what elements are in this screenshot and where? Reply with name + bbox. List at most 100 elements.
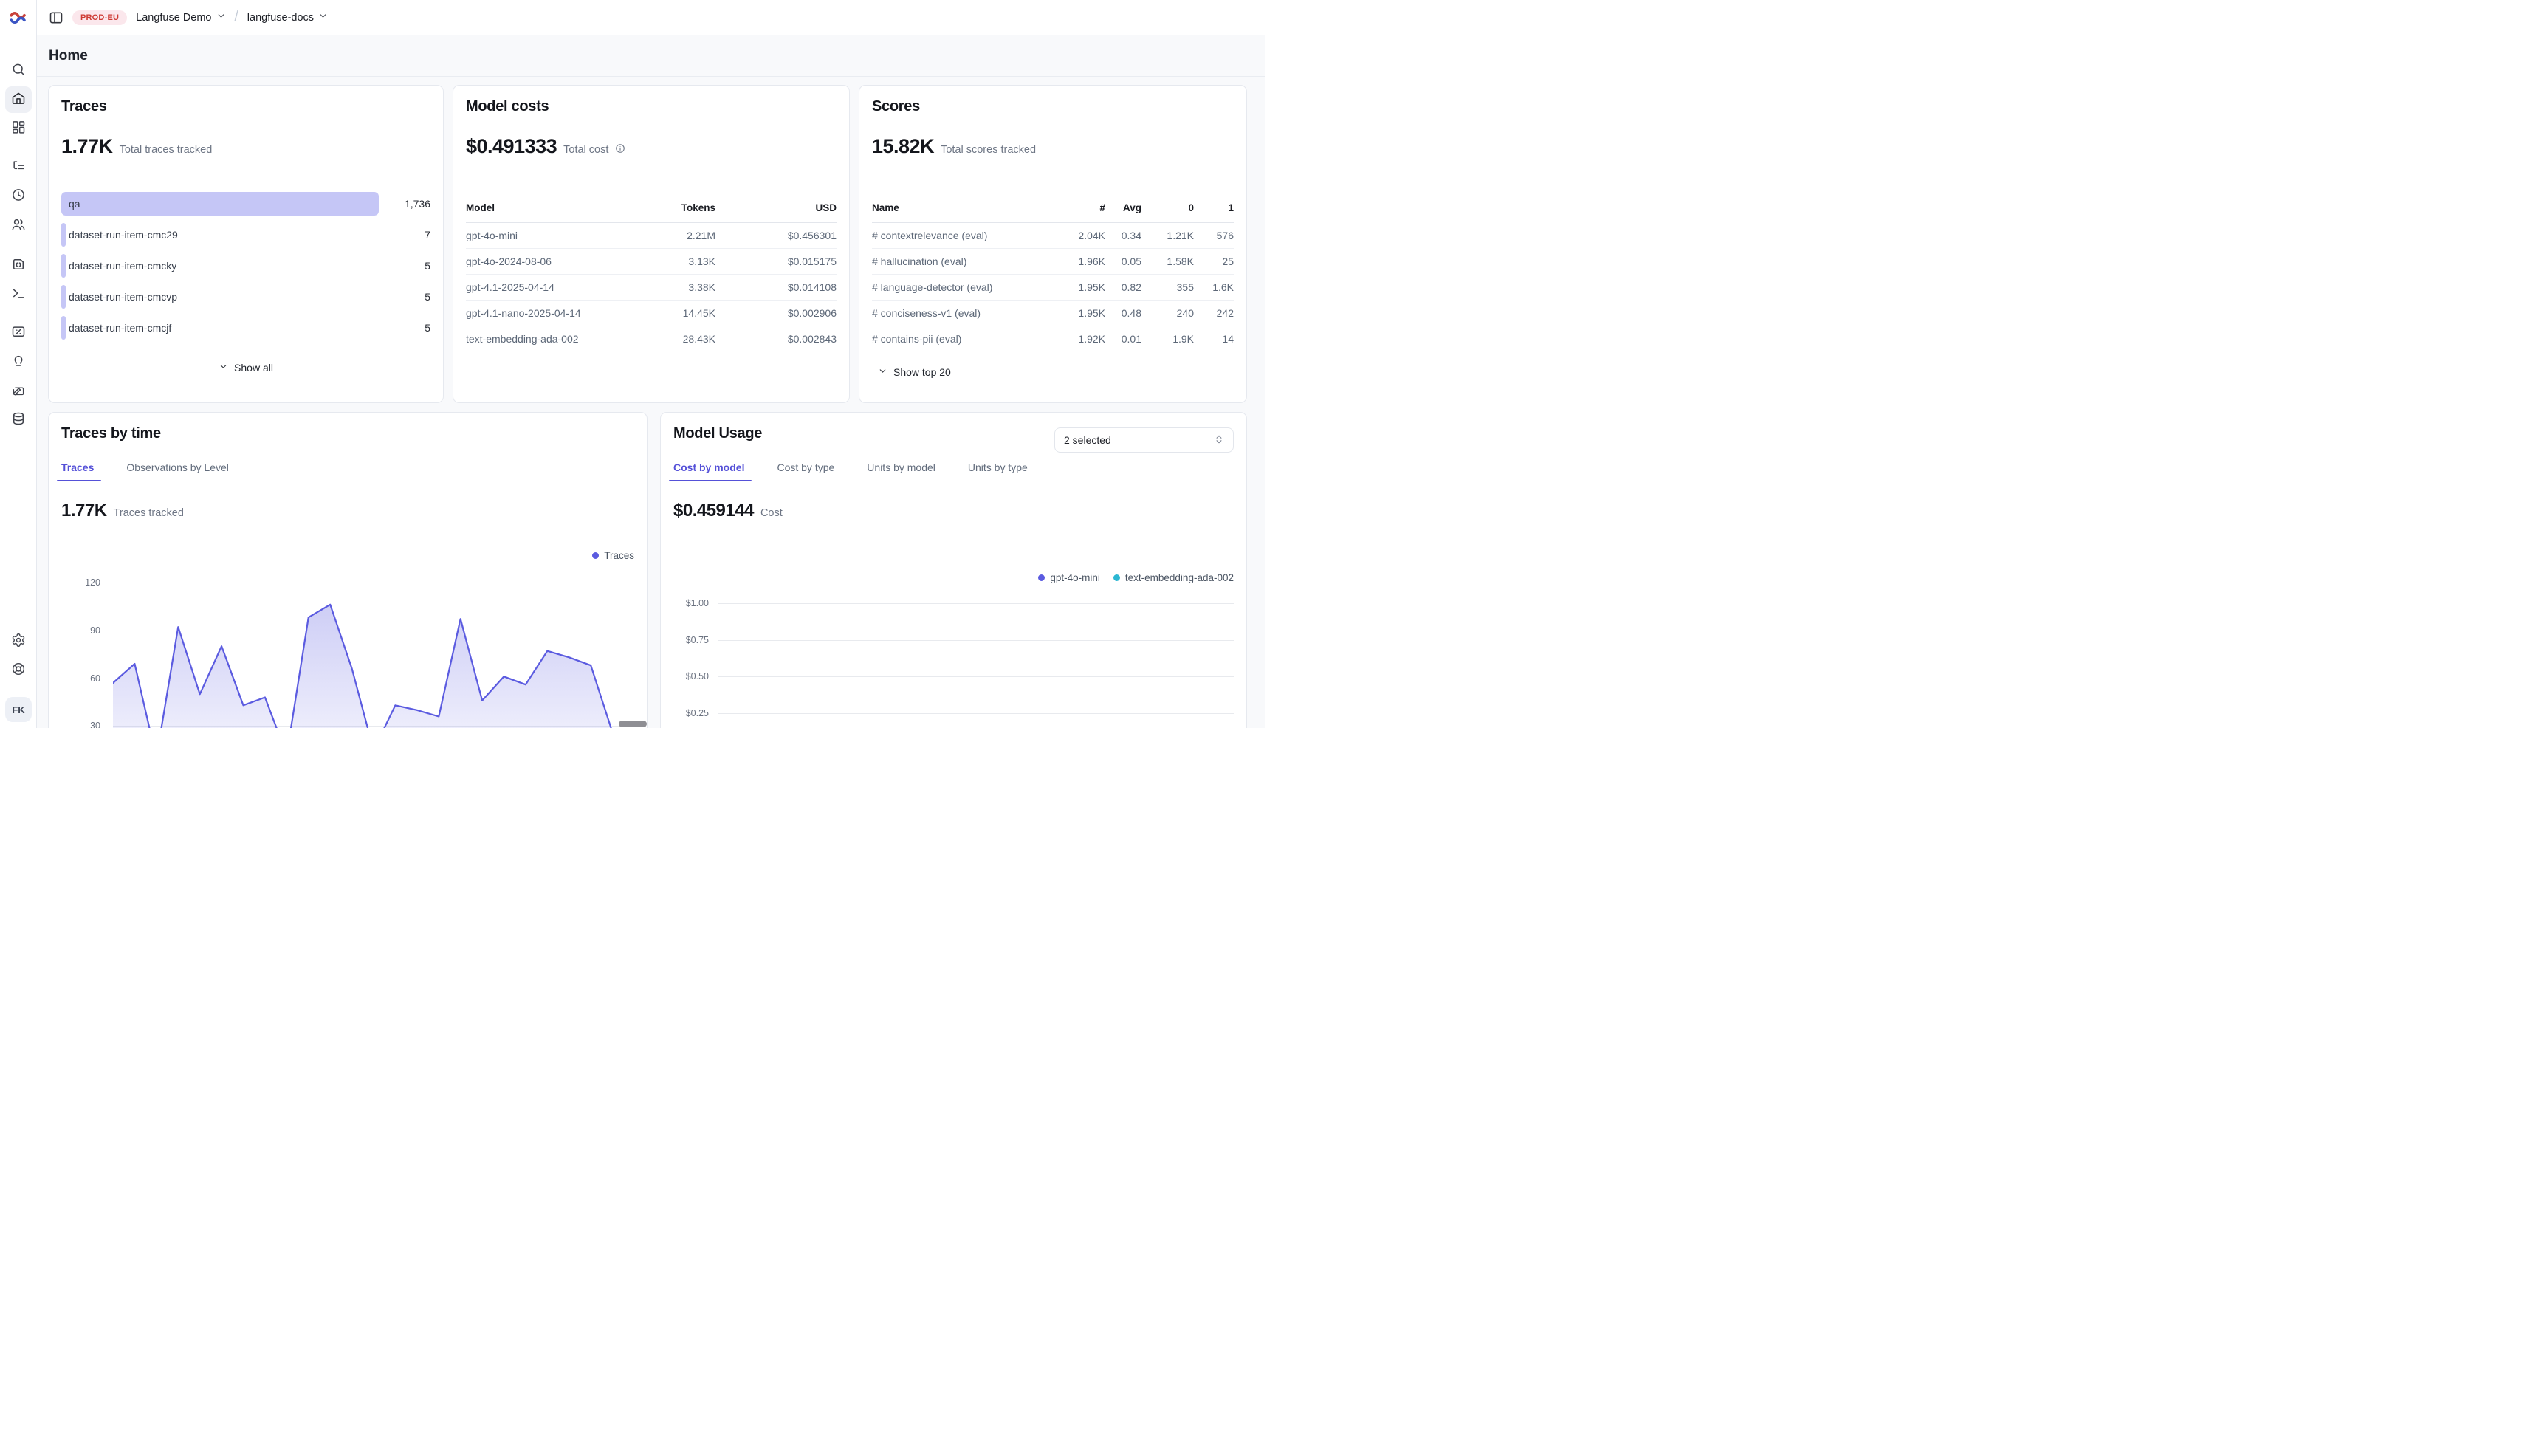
traces-card: Traces 1.77K Total traces tracked qa 1,7… [48,85,444,403]
project-switcher[interactable]: langfuse-docs [247,11,328,24]
table-row: gpt-4.1-2025-04-143.38K$0.014108 [466,274,837,300]
tab-units-by-type[interactable]: Units by type [962,461,1035,481]
card-title: Traces [61,98,430,115]
main-column: PROD-EU Langfuse Demo / langfuse-docs Ho… [37,0,1266,728]
traces-by-time-tabs: Traces Observations by Level [61,461,634,481]
clock-icon [11,188,26,206]
panel-left-toggle-icon[interactable] [49,10,63,25]
chevron-down-icon [216,11,226,24]
org-name: Langfuse Demo [136,12,211,24]
sidebar-item-search[interactable] [5,58,32,84]
sidebar-item-sessions[interactable] [5,183,32,210]
bar [61,316,66,340]
horizontal-scrollbar-thumb[interactable] [619,721,647,727]
table-row: # contains-pii (eval)1.92K0.011.9K14 [872,326,1234,351]
chart-legend: gpt-4o-mini text-embedding-ada-002 [1038,572,1234,583]
legend-dot [592,552,599,559]
chart-legend: Traces [592,550,634,561]
table-header: Name#Avg01 [872,202,1234,222]
list-item: dataset-run-item-cmcky 5 [61,254,430,278]
sidebar-item-playground[interactable] [5,281,32,308]
sidebar-item-annotation-queues[interactable] [5,379,32,405]
traces-total-label: Total traces tracked [120,144,213,156]
environment-badge: PROD-EU [72,10,127,25]
table-row: # contextrelevance (eval)2.04K0.341.21K5… [872,222,1234,248]
show-all-button[interactable]: Show all [219,362,273,374]
sidebar-item-tracing[interactable] [5,154,32,181]
langfuse-logo-icon[interactable] [9,8,28,27]
list-item: qa 1,736 [61,192,430,216]
table-row: gpt-4o-2024-08-063.13K$0.015175 [466,248,837,274]
app-root: FK PROD-EU Langfuse Demo / langfuse-docs… [0,0,1266,728]
user-avatar[interactable]: FK [5,697,32,722]
sidebar: FK [0,0,37,728]
clipboard-pen-icon [11,383,26,402]
tab-units-by-model[interactable]: Units by model [861,461,943,481]
sidebar-item-settings[interactable] [5,628,32,655]
sidebar-item-datasets[interactable] [5,407,32,433]
chevron-down-icon [219,362,228,374]
table-row: # language-detector (eval)1.95K0.823551.… [872,274,1234,300]
chevrons-up-down-icon [1214,434,1224,447]
sidebar-item-support[interactable] [5,657,32,684]
topbar: PROD-EU Langfuse Demo / langfuse-docs [37,0,1266,35]
table-row: gpt-4.1-nano-2025-04-1414.45K$0.002906 [466,300,837,326]
list-tree-icon [11,159,26,177]
tab-cost-by-model[interactable]: Cost by model [669,461,752,481]
sidebar-item-users[interactable] [5,213,32,239]
total-cost: $0.491333 [466,135,557,158]
gear-icon [11,633,26,651]
org-switcher[interactable]: Langfuse Demo [136,11,225,24]
database-icon [11,411,26,430]
table-row: # conciseness-v1 (eval)1.95K0.48240242 [872,300,1234,326]
project-name: langfuse-docs [247,12,314,24]
page-header: Home [37,35,1266,77]
card-title: Model costs [466,98,837,115]
usage-line-series [718,590,1234,728]
sidebar-item-llm-as-a-judge[interactable] [5,350,32,377]
show-top-20-button[interactable]: Show top 20 [878,366,951,378]
card-title: Traces by time [61,425,634,442]
traces-tracked: 1.77K [61,501,107,521]
scores-total: 15.82K [872,135,934,158]
users-icon [11,217,26,236]
legend-dot [1038,574,1045,581]
info-icon[interactable] [615,143,625,154]
model-usage-card: Model Usage 2 selected Cost by model Cos… [660,412,1247,728]
content: Traces 1.77K Total traces tracked qa 1,7… [37,77,1266,728]
traces-bar-list: qa 1,736 dataset-run-item-cmc29 7 datase… [61,192,430,347]
sidebar-item-home[interactable] [5,86,32,113]
scores-card: Scores 15.82K Total scores tracked Name#… [859,85,1247,403]
table-row: gpt-4o-mini2.21M$0.456301 [466,222,837,248]
sidebar-item-dashboards[interactable] [5,115,32,142]
bar [61,254,66,278]
tab-traces[interactable]: Traces [57,461,101,481]
bar [61,192,379,216]
bar [61,285,66,309]
traces-area-series [113,569,634,728]
list-item: dataset-run-item-cmc29 7 [61,223,430,247]
legend-dot [1113,574,1120,581]
total-cost-label: Total cost [563,144,608,156]
traces-by-time-chart: 120 90 60 30 [61,569,634,728]
table-row: text-embedding-ada-00228.43K$0.002843 [466,326,837,351]
search-icon [11,62,26,80]
sidebar-item-prompts[interactable] [5,253,32,279]
scores-total-label: Total scores tracked [941,144,1036,156]
page-title: Home [49,48,88,64]
usage-cost: $0.459144 [673,501,754,521]
tab-cost-by-type[interactable]: Cost by type [771,461,842,481]
tab-observations-by-level[interactable]: Observations by Level [120,461,236,481]
model-usage-tabs: Cost by model Cost by type Units by mode… [673,461,1234,481]
model-costs-card: Model costs $0.491333 Total cost ModelTo… [453,85,850,403]
scores-table: Name#Avg01 # contextrelevance (eval)2.04… [872,202,1234,351]
traces-tracked-label: Traces tracked [114,507,184,519]
file-code-icon [11,257,26,275]
model-costs-table: ModelTokensUSD gpt-4o-mini2.21M$0.456301… [466,202,837,351]
model-filter-select[interactable]: 2 selected [1054,427,1234,453]
sidebar-item-evaluation[interactable] [5,320,32,346]
traces-total: 1.77K [61,135,113,158]
table-row: # hallucination (eval)1.96K0.051.58K25 [872,248,1234,274]
home-icon [11,91,26,109]
percent-card-icon [11,324,26,343]
